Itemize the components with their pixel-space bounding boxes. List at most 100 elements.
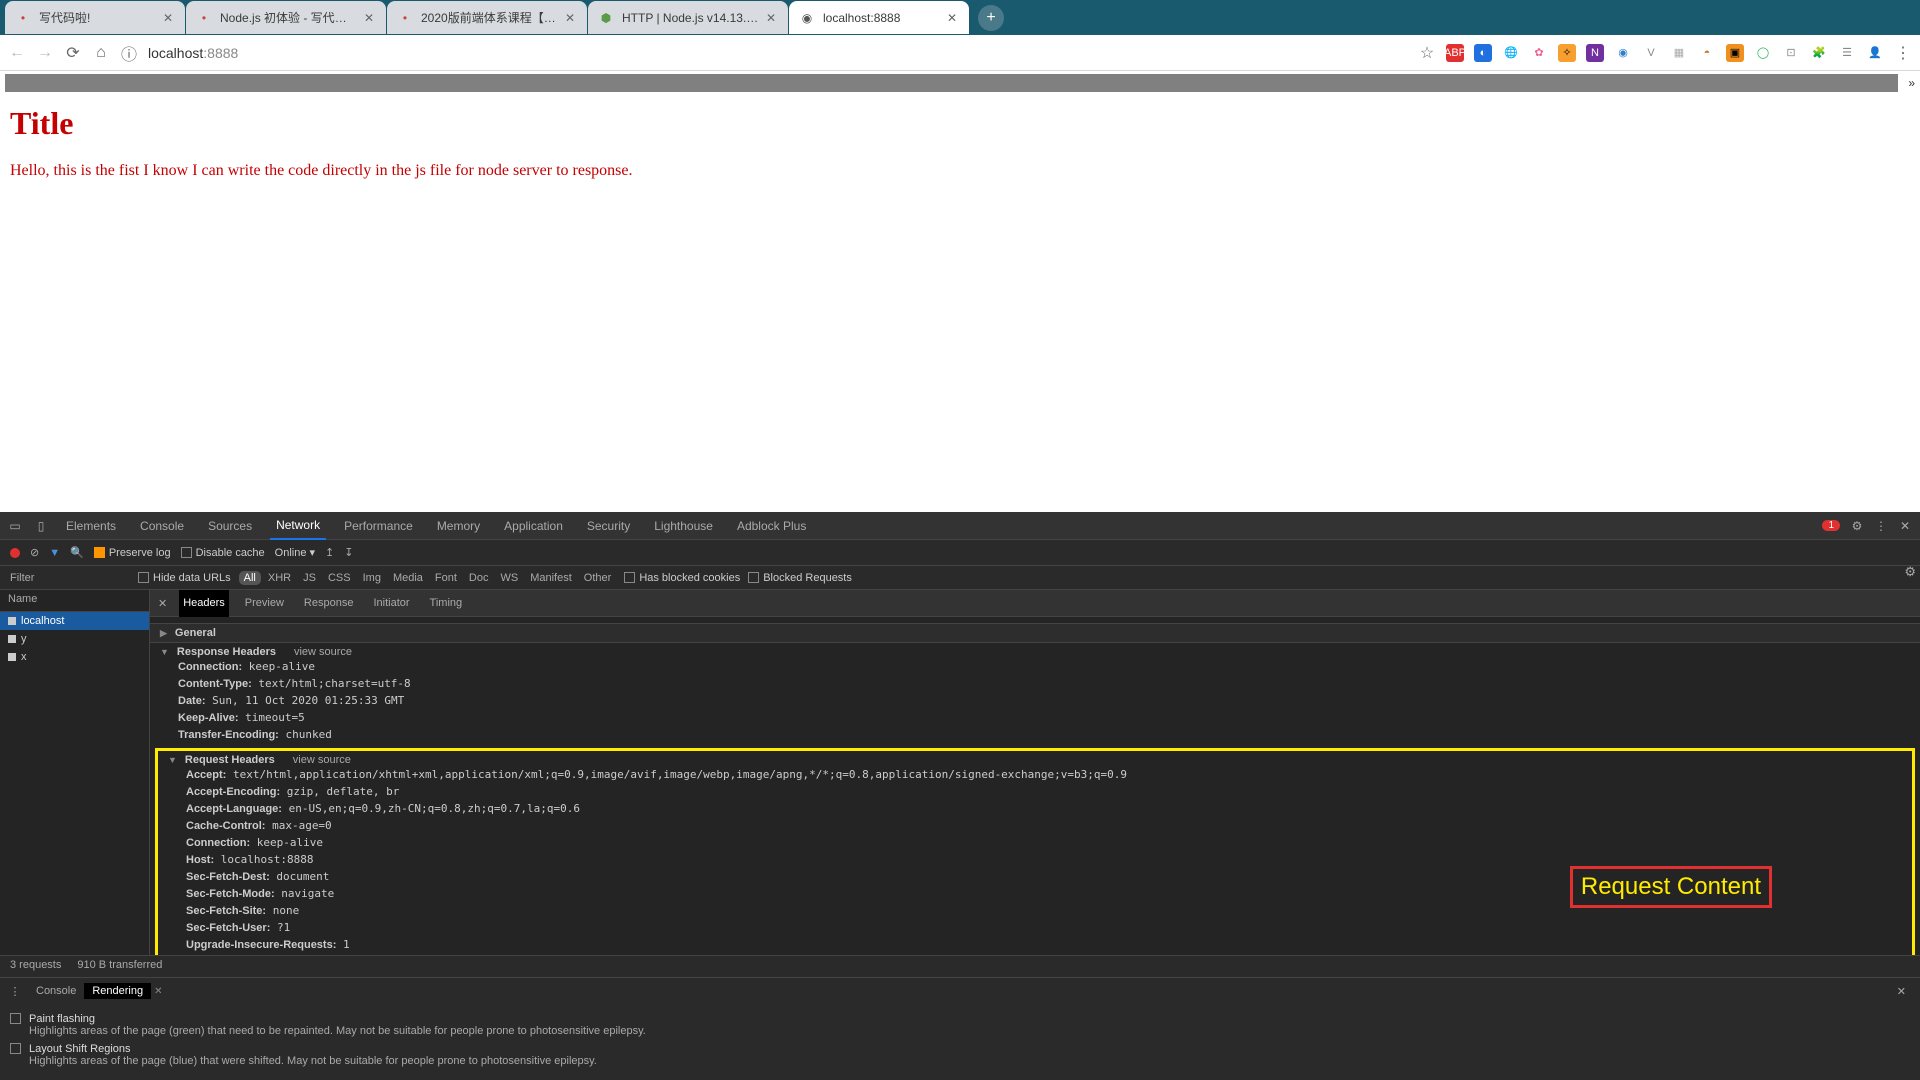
tab-favicon: ⬢ (598, 10, 614, 26)
tab-close-icon[interactable]: ✕ (362, 11, 376, 25)
devtools-tab-application[interactable]: Application (498, 512, 569, 540)
type-filter-all[interactable]: All (239, 571, 261, 585)
tab-close-icon[interactable]: ✕ (563, 11, 577, 25)
ext-orange-icon[interactable]: ✧ (1558, 44, 1576, 62)
ext-v-icon[interactable]: V (1642, 44, 1660, 62)
translate-icon[interactable]: ⊡ (1782, 44, 1800, 62)
detail-tab-timing[interactable]: Timing (426, 590, 467, 617)
download-icon[interactable]: ↧ (344, 546, 353, 559)
response-headers-toggle[interactable]: ▼Response Headersview source (160, 646, 1910, 658)
drawer-tab-close-icon[interactable]: ✕ (154, 986, 162, 997)
throttle-select[interactable]: Online ▾ (275, 546, 315, 559)
type-filter-xhr[interactable]: XHR (263, 571, 296, 585)
tab-close-icon[interactable]: ✕ (764, 11, 778, 25)
forward-button[interactable]: → (36, 44, 54, 62)
browser-tab[interactable]: •写代码啦!✕ (5, 1, 185, 34)
new-tab-button[interactable]: + (978, 5, 1004, 31)
devtools-tab-sources[interactable]: Sources (202, 512, 258, 540)
home-button[interactable]: ⌂ (92, 44, 110, 62)
type-filter-other[interactable]: Other (579, 571, 617, 585)
blocked-cookies-checkbox[interactable]: Has blocked cookies (624, 572, 740, 584)
request-row[interactable]: localhost (0, 612, 149, 630)
search-icon[interactable]: 🔍 (70, 546, 84, 559)
drawer-close-icon[interactable]: ✕ (1891, 985, 1912, 998)
detail-tab-initiator[interactable]: Initiator (369, 590, 413, 617)
render-option-checkbox[interactable] (10, 1043, 21, 1054)
browser-tab[interactable]: ⬢HTTP | Node.js v14.13.1 Docu…✕ (588, 1, 788, 34)
view-source-link[interactable]: view source (293, 754, 351, 766)
onenote-icon[interactable]: N (1586, 44, 1604, 62)
preserve-log-checkbox[interactable]: Preserve log (94, 547, 171, 559)
profile-avatar[interactable]: 👤 (1866, 44, 1884, 62)
browser-tab[interactable]: •2020版前端体系课程【方应杭…✕ (387, 1, 587, 34)
abp-icon[interactable]: ABP (1446, 44, 1464, 62)
devtools-menu-icon[interactable]: ⋮ (1874, 519, 1888, 533)
extensions-puzzle-icon[interactable]: 🧩 (1810, 44, 1828, 62)
bookmarks-overflow-icon[interactable]: » (1903, 76, 1920, 90)
devtools-tab-memory[interactable]: Memory (431, 512, 486, 540)
type-filter-media[interactable]: Media (388, 571, 428, 585)
clear-icon[interactable]: ⊘ (30, 546, 39, 559)
devtools-tab-console[interactable]: Console (134, 512, 190, 540)
devtools-tab-lighthouse[interactable]: Lighthouse (648, 512, 719, 540)
browser-tab[interactable]: ◉localhost:8888✕ (789, 1, 969, 34)
site-info-icon[interactable]: ⓘ (120, 44, 138, 62)
reload-button[interactable]: ⟳ (64, 44, 82, 62)
drawer-tab-rendering[interactable]: Rendering (84, 983, 151, 999)
ext-gray1-icon[interactable]: ▦ (1670, 44, 1688, 62)
browser-menu-icon[interactable]: ⋮ (1894, 44, 1912, 62)
omnibox[interactable]: localhost:8888 (148, 45, 1408, 61)
detail-tab-preview[interactable]: Preview (241, 590, 288, 617)
inspect-icon[interactable]: ▭ (8, 519, 22, 533)
detail-tab-headers[interactable]: Headers (179, 590, 229, 617)
type-filter-doc[interactable]: Doc (464, 571, 494, 585)
ext-pink-icon[interactable]: ✿ (1530, 44, 1548, 62)
settings-gear-icon[interactable]: ⚙ (1850, 519, 1864, 533)
devtools-tab-network[interactable]: Network (270, 512, 326, 540)
request-row[interactable]: x (0, 648, 149, 666)
back-button[interactable]: ← (8, 44, 26, 62)
general-section[interactable]: ▶General (150, 623, 1920, 643)
tab-close-icon[interactable]: ✕ (945, 11, 959, 25)
type-filter-img[interactable]: Img (358, 571, 386, 585)
devtools-tab-adblock-plus[interactable]: Adblock Plus (731, 512, 812, 540)
detail-tab-response[interactable]: Response (300, 590, 358, 617)
error-count-badge[interactable]: 1 (1822, 520, 1840, 531)
filter-input[interactable]: Filter (10, 572, 130, 584)
network-settings-icon[interactable]: ⚙ (1904, 564, 1916, 580)
reading-list-icon[interactable]: ☰ (1838, 44, 1856, 62)
devtools-tab-security[interactable]: Security (581, 512, 636, 540)
ext-globe-icon[interactable]: 🌐 (1502, 44, 1520, 62)
ext-orange2-icon[interactable]: ▣ (1726, 44, 1744, 62)
devtools-close-icon[interactable]: ✕ (1898, 519, 1912, 533)
name-column-header[interactable]: Name (0, 590, 149, 612)
filter-toggle-icon[interactable]: ▼ (49, 547, 60, 559)
type-filter-ws[interactable]: WS (495, 571, 523, 585)
request-headers-toggle[interactable]: ▼Request Headersview source (168, 754, 1902, 766)
devtools-tab-performance[interactable]: Performance (338, 512, 419, 540)
tab-close-icon[interactable]: ✕ (161, 11, 175, 25)
type-filter-font[interactable]: Font (430, 571, 462, 585)
type-filter-css[interactable]: CSS (323, 571, 356, 585)
type-filter-manifest[interactable]: Manifest (525, 571, 577, 585)
drawer-tab-console[interactable]: Console (28, 983, 84, 999)
record-button[interactable] (10, 548, 20, 558)
device-toggle-icon[interactable]: ▯ (34, 519, 48, 533)
browser-tab[interactable]: •Node.js 初体验 - 写代码啦!✕ (186, 1, 386, 34)
drawer-menu-icon[interactable]: ⋮ (8, 984, 22, 998)
ext-blue-icon[interactable]: ◐ (1474, 44, 1492, 62)
type-filter-js[interactable]: JS (298, 571, 321, 585)
bookmark-star-icon[interactable]: ☆ (1418, 44, 1436, 62)
ext-green-icon[interactable]: ◯ (1754, 44, 1772, 62)
hide-data-urls-checkbox[interactable]: Hide data URLs (138, 572, 231, 584)
render-option-checkbox[interactable] (10, 1013, 21, 1024)
request-row[interactable]: y (0, 630, 149, 648)
devtools-tab-elements[interactable]: Elements (60, 512, 122, 540)
blocked-requests-checkbox[interactable]: Blocked Requests (748, 572, 852, 584)
upload-icon[interactable]: ↥ (325, 546, 334, 559)
view-source-link[interactable]: view source (294, 646, 352, 658)
ext-circle-icon[interactable]: ◉ (1614, 44, 1632, 62)
ext-brown-icon[interactable]: ◓ (1698, 44, 1716, 62)
close-details-icon[interactable]: ✕ (158, 597, 167, 610)
disable-cache-checkbox[interactable]: Disable cache (181, 547, 265, 559)
